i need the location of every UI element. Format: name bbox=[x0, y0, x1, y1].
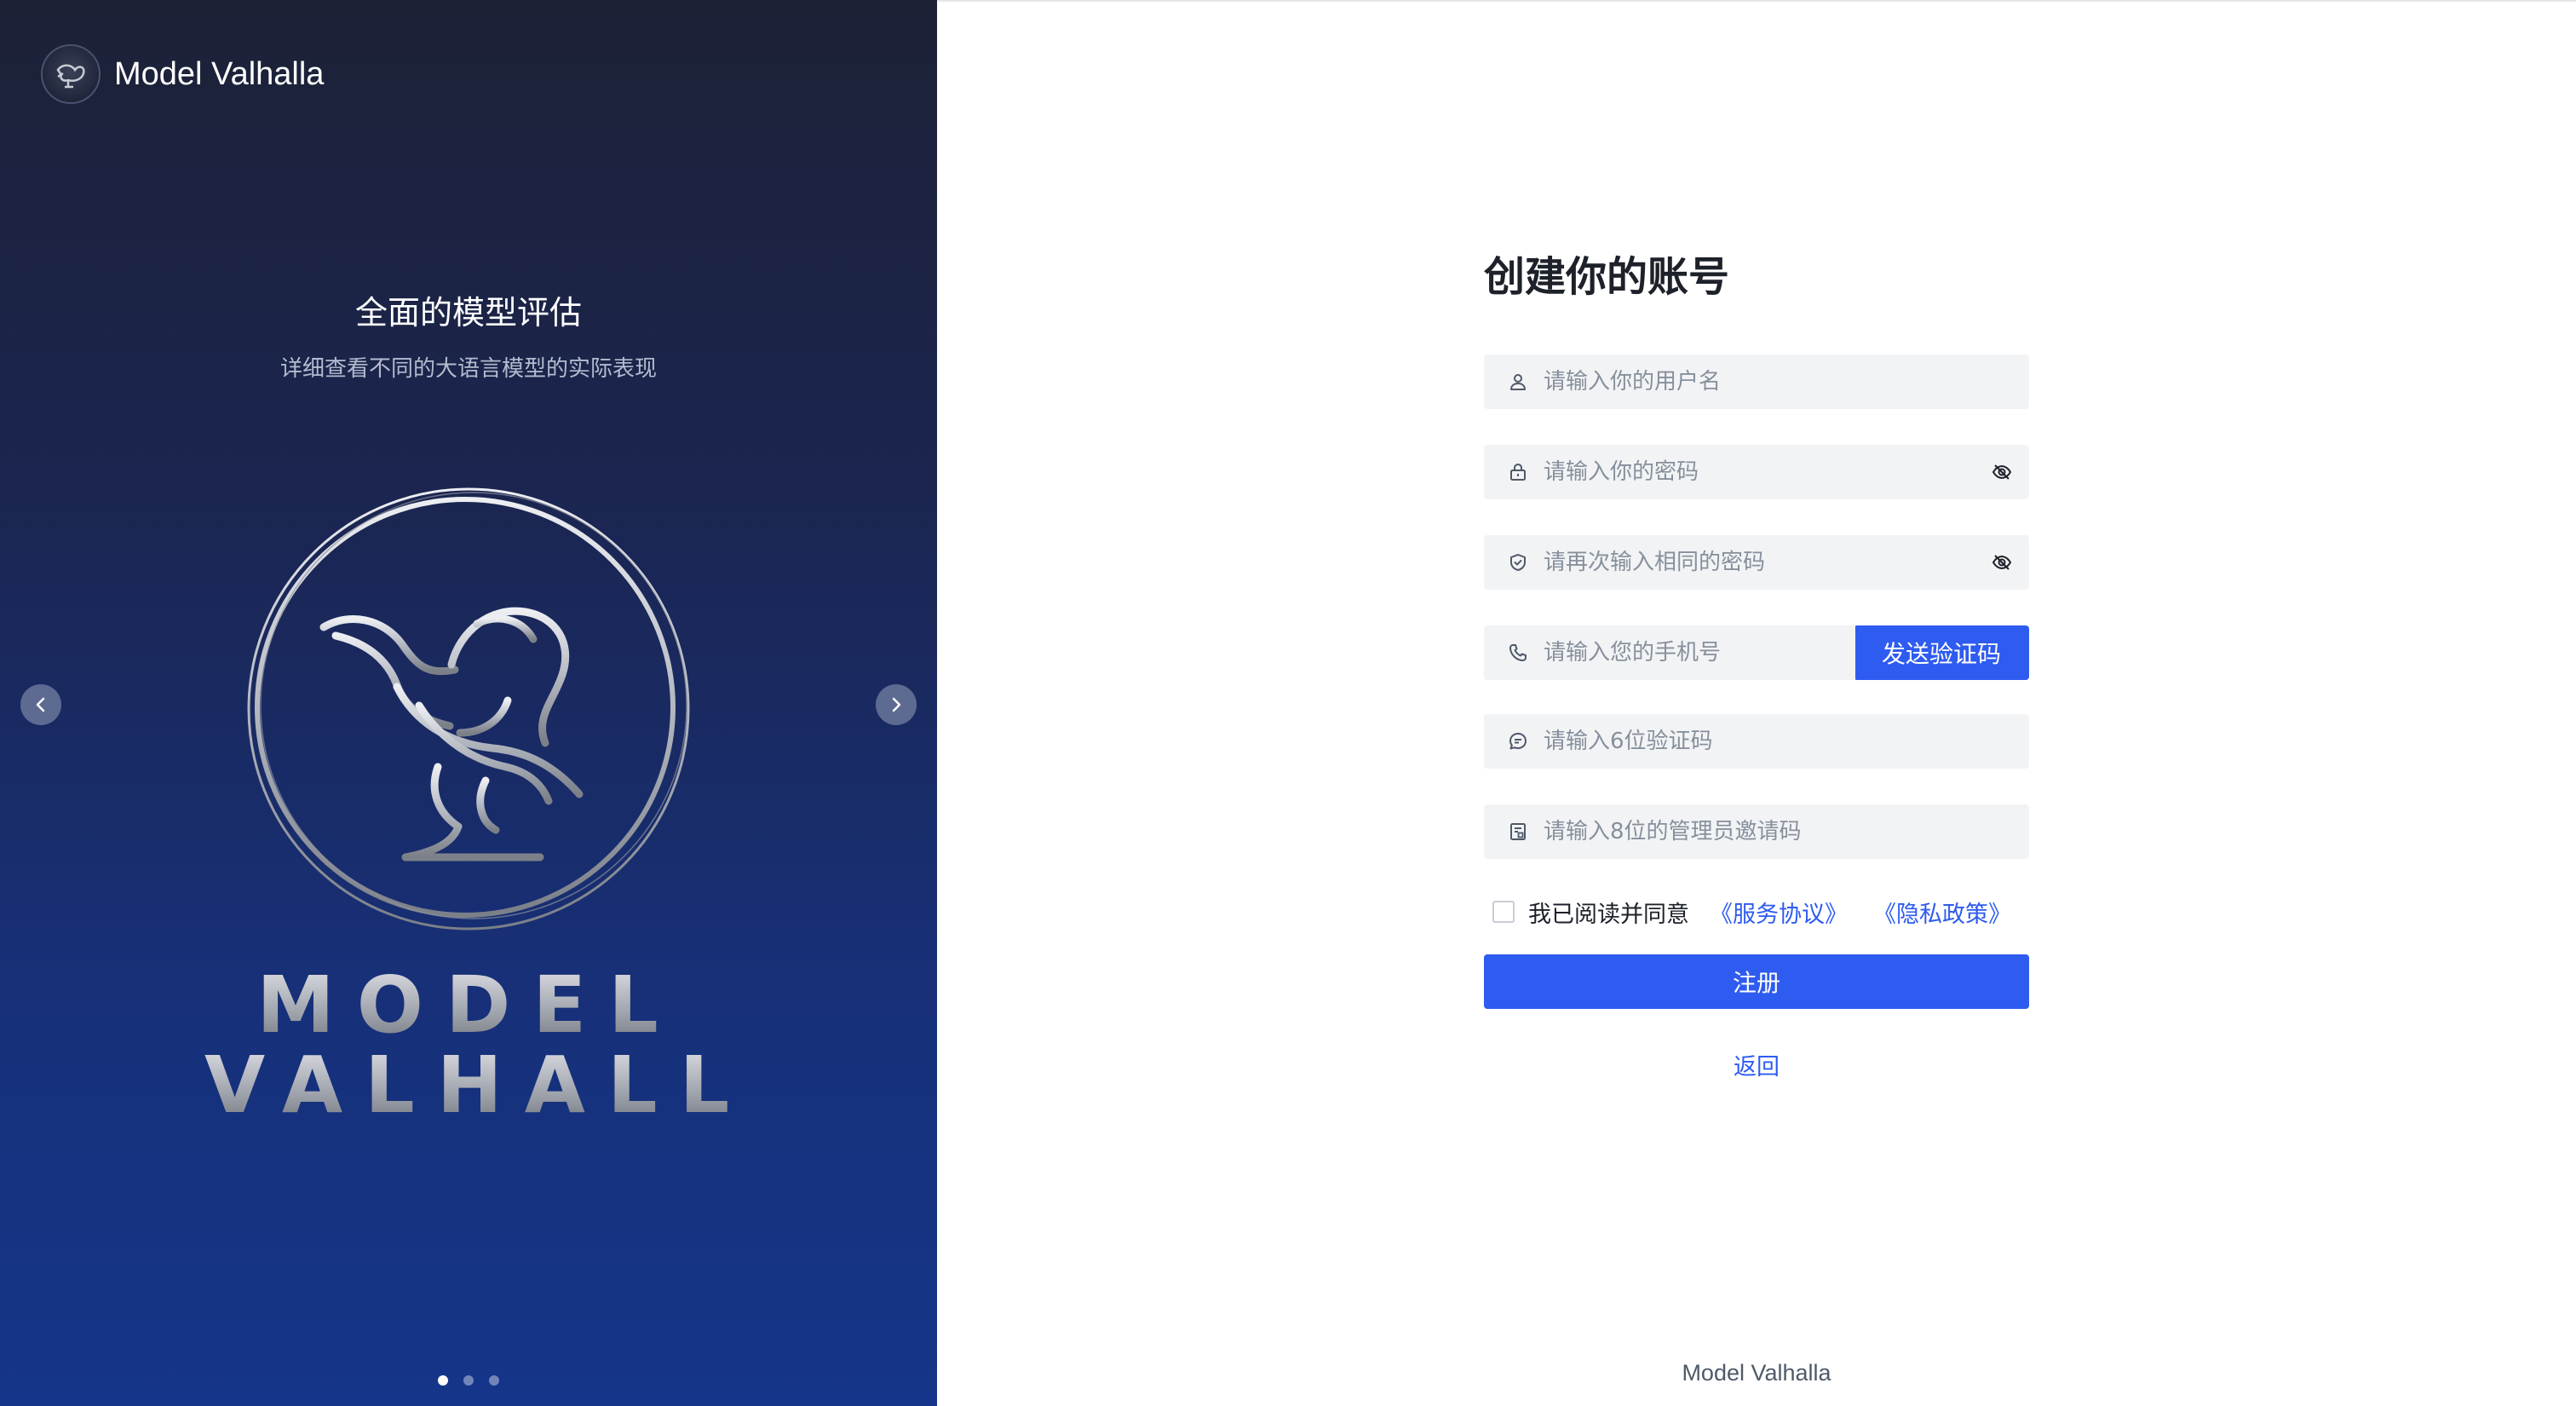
eye-hidden-icon bbox=[1992, 464, 2012, 480]
invite-field[interactable] bbox=[1484, 804, 2029, 859]
phone-input[interactable] bbox=[1532, 625, 1855, 680]
agreement-row: 我已阅读并同意 《服务协议》 《隐私政策》 bbox=[1484, 895, 2029, 929]
invite-input[interactable] bbox=[1532, 804, 2029, 859]
chevron-left-icon bbox=[36, 697, 45, 712]
password-visibility-toggle[interactable] bbox=[1975, 445, 2029, 499]
phone-field[interactable] bbox=[1484, 625, 1855, 680]
lock-icon bbox=[1504, 458, 1532, 486]
hero-word-model: MODEL bbox=[204, 959, 733, 1051]
register-button[interactable]: 注册 bbox=[1484, 954, 2029, 1009]
slide-subtitle: 详细查看不同的大语言模型的实际表现 bbox=[279, 356, 657, 382]
carousel-prev-button[interactable] bbox=[20, 684, 61, 725]
password-input[interactable] bbox=[1532, 445, 1975, 499]
brand[interactable]: Model Valhalla bbox=[41, 44, 324, 104]
shield-icon bbox=[1504, 549, 1532, 576]
user-icon bbox=[1504, 368, 1532, 395]
carousel-dot-3[interactable] bbox=[489, 1375, 499, 1386]
message-icon bbox=[1504, 728, 1532, 755]
agree-checkbox[interactable] bbox=[1492, 901, 1515, 923]
register-panel: 创建你的账号 请输入你的用户名 请输入您的手机号 发送验证码 请输入6位验证码 … bbox=[937, 0, 2576, 1406]
back-link[interactable]: 返回 bbox=[1484, 1048, 2029, 1081]
brand-name: Model Valhalla bbox=[114, 55, 325, 92]
raven-emblem-icon bbox=[247, 487, 690, 931]
promo-carousel: Model Valhalla 全面的模型评估 详细查看不同的大语言模型的实际表现 bbox=[0, 0, 937, 1406]
agree-label: 我已阅读并同意 bbox=[1528, 901, 1689, 928]
register-form: 创建你的账号 请输入你的用户名 请输入您的手机号 发送验证码 请输入6位验证码 … bbox=[1484, 247, 2029, 1081]
chevron-right-icon bbox=[892, 697, 901, 712]
password-field[interactable] bbox=[1484, 445, 2029, 499]
password-confirm-field[interactable] bbox=[1484, 535, 2029, 590]
password-confirm-input[interactable] bbox=[1532, 535, 1975, 590]
hero-emblem: MODEL VALHALLA bbox=[204, 477, 812, 1131]
register-page: Model Valhalla 全面的模型评估 详细查看不同的大语言模型的实际表现 bbox=[0, 0, 2576, 1406]
send-code-button[interactable]: 发送验证码 bbox=[1854, 625, 2029, 680]
carousel-dot-1[interactable] bbox=[438, 1375, 448, 1386]
terms-link[interactable]: 《服务协议》 bbox=[1710, 896, 1848, 929]
carousel-indicators bbox=[0, 1375, 937, 1386]
eye-hidden-icon bbox=[1992, 555, 2012, 570]
invite-icon bbox=[1504, 818, 1532, 845]
password-confirm-visibility-toggle[interactable] bbox=[1975, 535, 2029, 590]
hero-word-valhalla: VALHALLA bbox=[204, 1040, 835, 1131]
form-title: 创建你的账号 bbox=[1484, 253, 1730, 301]
phone-row: 发送验证码 bbox=[1484, 625, 2029, 680]
code-field[interactable] bbox=[1484, 714, 2029, 769]
raven-icon bbox=[41, 44, 101, 104]
code-input[interactable] bbox=[1532, 714, 2029, 769]
username-input[interactable] bbox=[1532, 354, 2029, 409]
carousel-next-button[interactable] bbox=[876, 684, 917, 725]
slide-title: 全面的模型评估 bbox=[354, 294, 582, 331]
footer-text: Model Valhalla bbox=[1682, 1360, 1831, 1386]
privacy-link[interactable]: 《隐私政策》 bbox=[1873, 896, 2011, 929]
username-field[interactable] bbox=[1484, 354, 2029, 409]
carousel-dot-2[interactable] bbox=[463, 1375, 474, 1386]
phone-icon bbox=[1504, 639, 1532, 666]
